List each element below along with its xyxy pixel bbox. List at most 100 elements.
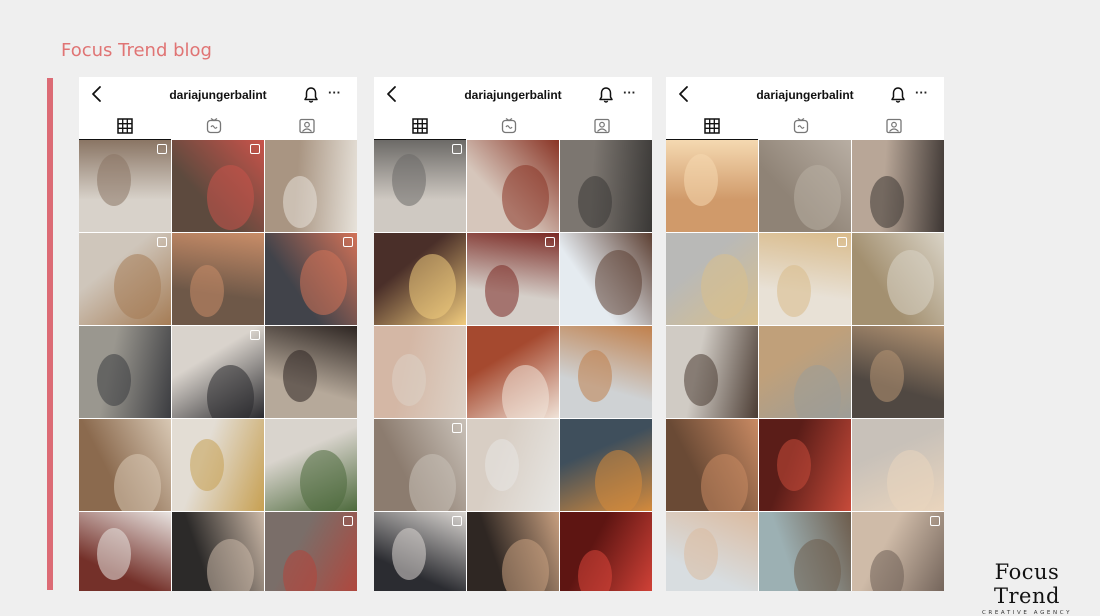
posts-grid [374,140,652,591]
tab-posts[interactable] [702,116,722,136]
grid-icon [702,116,722,136]
post-thumbnail[interactable] [374,140,466,232]
profile-screen-3: dariajungerbalint ··· [666,77,944,591]
post-thumbnail[interactable] [759,140,851,232]
carousel-icon [452,144,462,154]
post-thumbnail[interactable] [265,512,357,591]
reels-icon [791,116,811,136]
tab-reels[interactable] [204,116,224,136]
notifications-button[interactable] [890,86,906,104]
tab-tagged[interactable] [884,116,904,136]
carousel-icon [250,330,260,340]
post-thumbnail[interactable] [759,326,851,418]
photo-subject [578,350,612,402]
post-thumbnail[interactable] [79,140,171,232]
post-thumbnail[interactable] [374,419,466,511]
notifications-button[interactable] [303,86,319,104]
post-thumbnail[interactable] [560,233,652,325]
post-thumbnail[interactable] [666,326,758,418]
post-thumbnail[interactable] [172,233,264,325]
post-thumbnail[interactable] [265,419,357,511]
carousel-icon [837,237,847,247]
tab-reels[interactable] [791,116,811,136]
bell-icon [890,87,906,108]
post-thumbnail[interactable] [265,326,357,418]
page-title: Focus Trend blog [61,40,212,61]
post-thumbnail[interactable] [79,326,171,418]
post-thumbnail[interactable] [265,140,357,232]
reels-icon [499,116,519,136]
post-thumbnail[interactable] [666,419,758,511]
photo-subject [485,439,519,491]
post-thumbnail[interactable] [374,233,466,325]
photo-subject [300,250,347,315]
post-thumbnail[interactable] [852,140,944,232]
tab-tagged[interactable] [592,116,612,136]
profile-header: dariajungerbalint ··· [666,77,944,112]
carousel-icon [343,237,353,247]
post-thumbnail[interactable] [560,326,652,418]
post-thumbnail[interactable] [467,512,559,591]
more-options-button[interactable]: ··· [623,86,636,100]
post-thumbnail[interactable] [666,233,758,325]
post-thumbnail[interactable] [265,233,357,325]
photo-subject [392,528,426,580]
post-thumbnail[interactable] [666,512,758,591]
post-thumbnail[interactable] [759,233,851,325]
photo-subject [392,354,426,406]
photo-subject [190,265,224,317]
post-thumbnail[interactable] [467,326,559,418]
photo-subject [794,165,841,230]
post-thumbnail[interactable] [759,512,851,591]
photo-subject [283,176,317,228]
carousel-icon [545,237,555,247]
carousel-icon [452,423,462,433]
post-thumbnail[interactable] [759,419,851,511]
tagged-icon [884,116,904,136]
tagged-icon [592,116,612,136]
post-thumbnail[interactable] [172,512,264,591]
posts-grid [79,140,357,591]
profile-tabs [666,112,944,140]
grid-icon [115,116,135,136]
profile-header: dariajungerbalint ··· [374,77,652,112]
post-thumbnail[interactable] [560,419,652,511]
tab-reels[interactable] [499,116,519,136]
photo-subject [701,454,748,511]
profile-screen-2: dariajungerbalint ··· [374,77,652,591]
photo-subject [207,165,254,230]
post-thumbnail[interactable] [467,140,559,232]
post-thumbnail[interactable] [172,140,264,232]
post-thumbnail[interactable] [852,233,944,325]
carousel-icon [343,516,353,526]
more-options-button[interactable]: ··· [328,86,341,100]
tab-tagged[interactable] [297,116,317,136]
notifications-button[interactable] [598,86,614,104]
post-thumbnail[interactable] [852,326,944,418]
photo-subject [97,528,131,580]
photo-subject [684,154,718,206]
carousel-icon [157,237,167,247]
tab-posts[interactable] [115,116,135,136]
post-thumbnail[interactable] [374,326,466,418]
bell-icon [303,87,319,108]
post-thumbnail[interactable] [172,419,264,511]
photo-subject [283,350,317,402]
post-thumbnail[interactable] [560,140,652,232]
post-thumbnail[interactable] [467,419,559,511]
photo-subject [114,454,161,511]
post-thumbnail[interactable] [79,512,171,591]
post-thumbnail[interactable] [560,512,652,591]
profile-tabs [374,112,652,140]
post-thumbnail[interactable] [79,419,171,511]
tab-posts[interactable] [410,116,430,136]
post-thumbnail[interactable] [79,233,171,325]
post-thumbnail[interactable] [666,140,758,232]
post-thumbnail[interactable] [852,512,944,591]
post-thumbnail[interactable] [467,233,559,325]
post-thumbnail[interactable] [852,419,944,511]
post-thumbnail[interactable] [374,512,466,591]
profile-screen-1: dariajungerbalint ··· [79,77,357,591]
post-thumbnail[interactable] [172,326,264,418]
more-options-button[interactable]: ··· [915,86,928,100]
